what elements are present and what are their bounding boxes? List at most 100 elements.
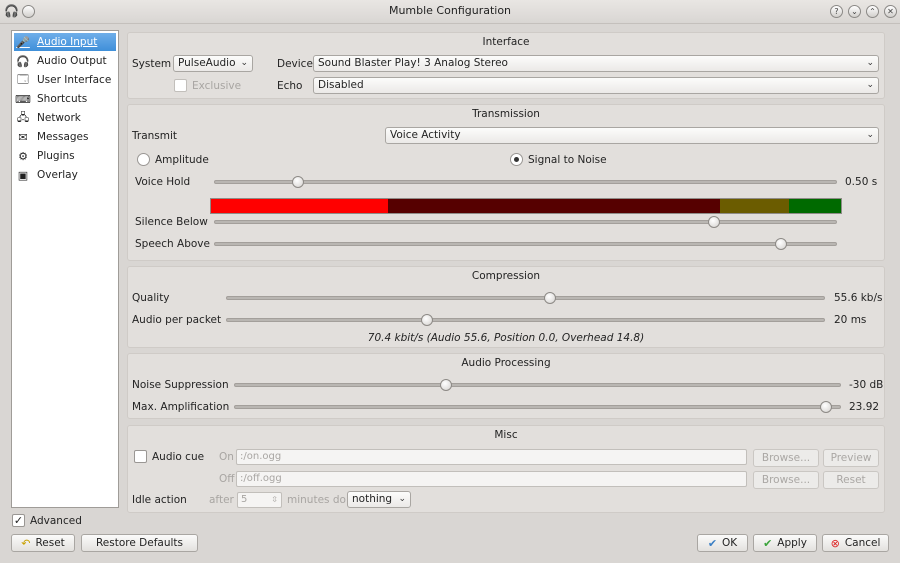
noise-suppression-value: -30 dB [849,379,884,391]
audio-per-packet-slider-track[interactable] [226,318,825,322]
cancel-button[interactable]: ⊗ Cancel [822,534,889,552]
sidebar-item-audio-output[interactable]: 🎧 Audio Output [14,52,116,70]
sidebar-item-overlay[interactable]: ▣ Overlay [14,166,116,184]
sidebar-item-shortcuts[interactable]: ⌨ Shortcuts [14,90,116,108]
group-title: Misc [494,429,518,441]
advanced-checkbox[interactable]: ✓ [12,514,25,527]
echo-select[interactable]: Disabled ⌄ [313,77,879,94]
transmit-select[interactable]: Voice Activity ⌄ [385,127,879,144]
audio-per-packet-value: 20 ms [834,314,867,326]
overlay-icon: ▣ [17,168,29,182]
meter-segment-green [789,199,841,213]
restore-defaults-button[interactable]: Restore Defaults [81,534,198,552]
idle-after-label: after [209,494,234,506]
system-select[interactable]: PulseAudio ⌄ [173,55,253,72]
speech-above-slider-track[interactable] [214,242,837,246]
group-title: Audio Processing [461,357,551,369]
max-amplification-slider-track[interactable] [234,405,841,409]
group-title: Transmission [472,108,540,120]
sidebar-item-audio-input[interactable]: 🎤 Audio Input [14,33,116,51]
sidebar-item-label: Network [37,112,81,124]
voice-hold-label: Voice Hold [135,176,191,188]
mumble-app-icon[interactable]: 🎧 [4,4,19,18]
echo-value: Disabled [318,79,364,91]
cue-reset-button[interactable]: Reset [823,471,879,489]
exclusive-checkbox[interactable] [174,79,187,92]
user-interface-icon: 🗔 [17,72,29,86]
system-value: PulseAudio [178,57,236,69]
ok-button-label: OK [722,537,738,549]
voice-hold-slider-handle[interactable] [292,176,304,188]
sidebar-item-label: Shortcuts [37,93,88,105]
sidebar-item-user-interface[interactable]: 🗔 User Interface [14,71,116,89]
silence-below-label: Silence Below [135,216,208,228]
sidebar-item-network[interactable]: 🖧 Network [14,109,116,127]
close-button[interactable]: ✕ [884,5,897,18]
sidebar-item-label: Plugins [37,150,75,162]
idle-action-value: nothing [352,493,393,505]
settings-category-list[interactable]: 🎤 Audio Input 🎧 Audio Output 🗔 User Inte… [11,30,119,508]
shortcuts-icon: ⌨ [15,92,31,106]
messages-icon: ✉ [18,130,28,144]
noise-suppression-slider-track[interactable] [234,383,841,387]
amplitude-radio[interactable] [137,153,150,166]
silence-below-slider-handle[interactable] [708,216,720,228]
title-bar[interactable]: 🎧 Mumble Configuration ? ⌄ ⌃ ✕ [0,0,900,24]
voice-hold-slider-track[interactable] [214,180,837,184]
help-button[interactable]: ? [830,5,843,18]
plugins-icon: ⚙ [18,149,28,163]
chevron-down-icon: ⌄ [398,494,406,504]
meter-segment-olive [720,199,789,213]
sidebar-item-plugins[interactable]: ⚙ Plugins [14,147,116,165]
chevron-down-icon: ⌄ [866,80,874,90]
noise-suppression-label: Noise Suppression [132,379,229,391]
audio-per-packet-slider-handle[interactable] [421,314,433,326]
speech-above-label: Speech Above [135,238,210,250]
silence-below-slider-track[interactable] [214,220,837,224]
meter-segment-dark-red [388,199,720,213]
sidebar-item-label: User Interface [37,74,112,86]
quality-slider-track[interactable] [226,296,825,300]
minimize-button[interactable]: ⌄ [848,5,861,18]
chevron-down-icon: ⌄ [866,130,874,140]
device-select[interactable]: Sound Blaster Play! 3 Analog Stereo ⌄ [313,55,879,72]
idle-action-label: Idle action [132,494,187,506]
noise-suppression-slider-handle[interactable] [440,379,452,391]
max-amplification-slider-handle[interactable] [820,401,832,413]
audio-cue-checkbox[interactable] [134,450,147,463]
signal-to-noise-radio[interactable] [510,153,523,166]
idle-action-select[interactable]: nothing ⌄ [347,491,411,508]
device-value: Sound Blaster Play! 3 Analog Stereo [318,57,508,69]
voice-hold-value: 0.50 s [845,176,878,188]
reset-icon: ↶ [21,536,31,550]
cancel-button-label: Cancel [844,537,881,549]
window-menu-button[interactable] [22,5,35,18]
transmit-label: Transmit [132,130,178,142]
amplitude-label: Amplitude [155,154,209,166]
apply-button[interactable]: ✔ Apply [753,534,817,552]
chevron-down-icon: ⌄ [866,58,874,68]
quality-slider-handle[interactable] [544,292,556,304]
audio-per-packet-label: Audio per packet [132,314,222,326]
echo-label: Echo [277,80,303,92]
preview-button[interactable]: Preview [823,449,879,467]
max-amplification-label: Max. Amplification [132,401,230,413]
audio-cue-label: Audio cue [152,451,205,463]
audio-cue-on-file-field[interactable]: :/on.ogg [236,449,747,465]
transmit-value: Voice Activity [390,129,461,141]
sidebar-item-messages[interactable]: ✉ Messages [14,128,116,146]
audio-cue-off-file-field[interactable]: :/off.ogg [236,471,747,487]
ok-button[interactable]: ✔ OK [697,534,748,552]
cancel-icon: ⊗ [830,536,840,550]
speech-above-slider-handle[interactable] [775,238,787,250]
idle-minutes-spinbox[interactable]: 5 ⇳ [237,492,282,508]
signal-to-noise-label: Signal to Noise [528,154,607,166]
maximize-button[interactable]: ⌃ [866,5,879,18]
window-title: Mumble Configuration [388,4,512,17]
browse-off-button[interactable]: Browse... [753,471,819,489]
sidebar-item-label: Audio Output [37,55,107,67]
system-label: System [132,58,172,70]
checkmark-icon: ✔ [707,536,718,550]
browse-on-button[interactable]: Browse... [753,449,819,467]
reset-button[interactable]: ↶ Reset [11,534,75,552]
